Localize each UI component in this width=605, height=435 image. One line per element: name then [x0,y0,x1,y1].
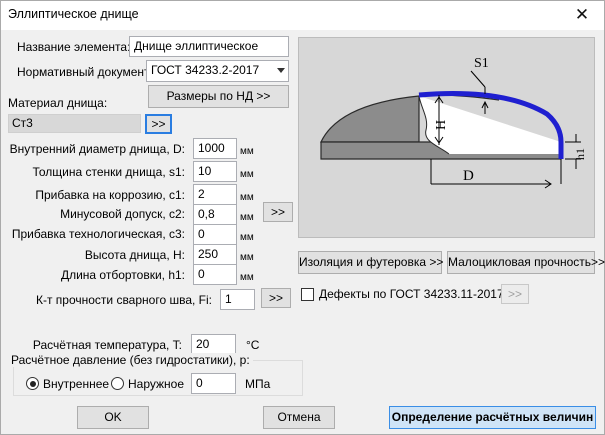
dialog-window: Эллиптическое днище ✕ Название элемента:… [0,0,605,435]
pressure-unit: МПа [245,377,271,391]
flange-length-unit: мм [240,272,254,283]
normative-doc-value: ГОСТ 34233.2-2017 [151,63,260,77]
chevron-down-icon [277,68,285,73]
title-bar: Эллиптическое днище ✕ [1,1,604,30]
temperature-input[interactable]: 20 [191,334,236,355]
temperature-label: Расчётная температура, T: [32,338,182,352]
param-label-corrosion: Прибавка на коррозию, c1: [35,188,185,202]
param-label-minus-tolerance: Минусовой допуск, c2: [60,207,185,221]
tech-allowance-input[interactable]: 0 [193,224,237,245]
material-select-button[interactable]: >> [145,114,172,134]
param-label-height: Высота днища, H: [84,248,185,262]
minus-tolerance-unit: мм [240,212,254,223]
pressure-external-radio[interactable] [111,377,124,390]
flange-length-input[interactable]: 0 [193,264,237,285]
close-icon[interactable]: ✕ [570,4,594,26]
pressure-internal-label[interactable]: Внутреннее [43,377,109,391]
height-unit: мм [240,252,254,263]
weld-coeff-button[interactable]: >> [261,288,291,308]
cyclic-strength-button[interactable]: Малоцикловая прочность>> [447,251,605,274]
pressure-internal-radio[interactable] [26,377,39,390]
corrosion-input[interactable]: 2 [193,184,237,205]
tech-allowance-unit: мм [240,232,254,243]
h1-dim-label: h1 [573,148,587,160]
normative-doc-select[interactable]: ГОСТ 34233.2-2017 [146,60,289,82]
param-label-tech-allowance: Прибавка технологическая, c3: [11,227,185,241]
tolerance-details-button[interactable]: >> [263,202,293,222]
weld-coeff-input[interactable]: 1 [220,289,255,310]
minus-tolerance-input[interactable]: 0,8 [193,204,237,225]
thickness-input[interactable]: 10 [193,161,237,182]
ok-button[interactable]: OK [77,406,149,429]
height-input[interactable]: 250 [193,244,237,265]
diameter-dim-label: D [463,168,474,184]
weld-coeff-label: К-т прочности сварного шва, Fi: [35,293,212,307]
material-field[interactable]: Ст3 [8,114,141,133]
corrosion-unit: мм [240,192,254,203]
param-label-thickness: Толщина стенки днища, s1: [32,165,185,179]
defects-button[interactable]: >> [501,284,529,304]
height-dim-label: H [434,120,449,130]
s1-label: S1 [474,56,489,71]
sizes-by-standard-button[interactable]: Размеры по НД >> [148,85,289,108]
defects-checkbox[interactable] [301,288,314,301]
pressure-input[interactable]: 0 [191,373,236,394]
defects-label[interactable]: Дефекты по ГОСТ 34233.11-2017 [319,287,504,301]
element-name-input[interactable]: Днище эллиптическое [129,36,289,57]
head-diagram: S1 H h1 D [298,37,595,238]
window-title: Эллиптическое днище [8,7,139,21]
normative-doc-label: Нормативный документ: [17,65,153,79]
pressure-external-label[interactable]: Наружное [128,377,184,391]
param-label-diameter: Внутренний диаметр днища, D: [9,142,185,156]
thickness-unit: мм [240,169,254,180]
pressure-group-title: Расчётное давление (без гидростатики), p… [8,353,253,367]
temperature-unit: °C [246,338,260,352]
cancel-button[interactable]: Отмена [263,406,335,429]
param-label-flange: Длина отбортовки, h1: [60,268,185,282]
diameter-unit: мм [240,146,254,157]
material-label: Материал днища: [8,96,108,110]
element-name-label: Название элемента: [17,40,131,54]
insulation-button[interactable]: Изоляция и футеровка >> [298,251,443,274]
calculate-values-button[interactable]: Определение расчётных величин [389,406,596,429]
diameter-input[interactable]: 1000 [193,138,237,159]
